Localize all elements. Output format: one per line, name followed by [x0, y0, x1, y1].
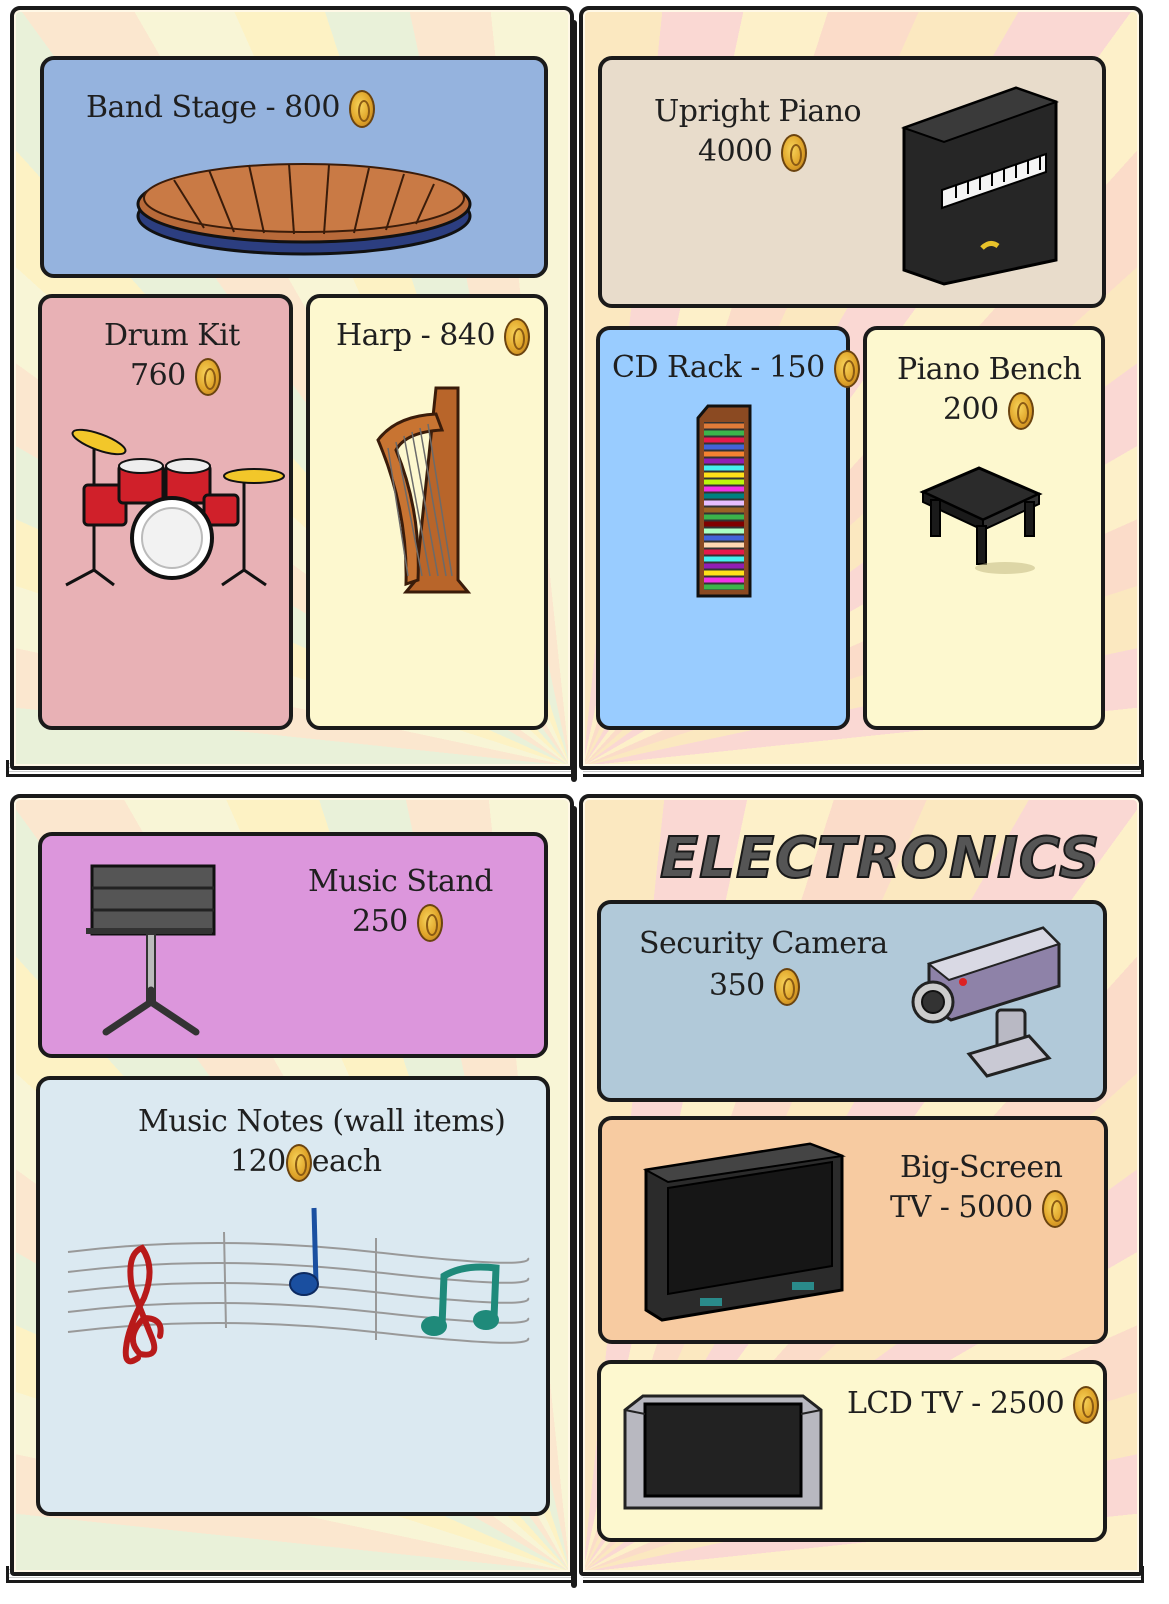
- coin-icon: [504, 318, 531, 356]
- band-stage-label: Band Stage - 800: [86, 88, 375, 128]
- piano-bench-card[interactable]: Piano Bench 200: [863, 326, 1105, 730]
- drum-kit-icon: [65, 428, 285, 587]
- cd-rack-card[interactable]: CD Rack - 150: [596, 326, 860, 730]
- music-stand-price: 250: [352, 902, 443, 942]
- band-stage-card[interactable]: Band Stage - 800: [40, 56, 548, 278]
- piano-bench-price-text: 200: [943, 392, 999, 427]
- upright-piano-price-text: 4000: [698, 134, 773, 169]
- book-spine: [571, 806, 577, 1588]
- security-camera-name: Security Camera: [639, 926, 888, 961]
- big-screen-tv-card[interactable]: Big-Screen TV - 5000: [598, 1116, 1108, 1344]
- music-notes-name: Music Notes (wall items): [138, 1104, 506, 1139]
- music-stand-price-text: 250: [352, 904, 408, 939]
- piano-bench-price: 200: [943, 390, 1034, 430]
- piano-bench-icon: [919, 466, 1043, 574]
- cd-rack-price-text: CD Rack - 150: [612, 350, 825, 385]
- upright-piano-price: 4000: [698, 132, 808, 172]
- coin-icon: [194, 358, 221, 396]
- book-spine: [571, 20, 577, 782]
- big-screen-tv-icon: [642, 1142, 846, 1322]
- upright-piano-card[interactable]: Upright Piano 4000: [598, 56, 1106, 308]
- coin-icon: [773, 968, 800, 1006]
- cd-rack-label: CD Rack - 150: [612, 348, 860, 388]
- music-stand-name: Music Stand: [308, 864, 493, 899]
- lcd-tv-icon: [623, 1394, 823, 1510]
- coin-icon: [416, 904, 443, 942]
- music-notes-price-text: 120: [230, 1144, 286, 1179]
- music-stand-icon: [86, 864, 216, 1036]
- catalog-spread-1: Band Stage - 800 Drum Kit 760 Harp - 840…: [0, 0, 1169, 790]
- big-screen-tv-name: Big-Screen: [900, 1150, 1063, 1185]
- big-screen-tv-price-text: TV - 5000: [890, 1190, 1033, 1225]
- coin-icon: [833, 350, 860, 388]
- harp-icon: [376, 386, 472, 594]
- coin-icon: [1041, 1190, 1068, 1228]
- coin-icon: [781, 134, 808, 172]
- band-stage-price-text: Band Stage - 800: [86, 90, 340, 125]
- upright-piano-name: Upright Piano: [654, 94, 862, 129]
- coin-icon: [348, 90, 375, 128]
- music-notes-icon: [67, 1207, 530, 1365]
- big-screen-tv-price: TV - 5000: [890, 1188, 1068, 1228]
- lcd-tv-price-text: LCD TV - 2500: [847, 1386, 1065, 1421]
- lcd-tv-label: LCD TV - 2500: [847, 1384, 1100, 1424]
- harp-card[interactable]: Harp - 840: [306, 294, 548, 730]
- harp-label: Harp - 840: [336, 316, 531, 356]
- catalog-spread-2: Music Stand 250 Music Notes (wall items)…: [0, 790, 1169, 1604]
- coin-icon: [285, 1144, 312, 1182]
- music-stand-card[interactable]: Music Stand 250: [38, 832, 548, 1058]
- harp-price-text: Harp - 840: [336, 318, 496, 353]
- coin-icon: [1007, 392, 1034, 430]
- security-camera-price: 350: [709, 966, 800, 1006]
- cd-rack-icon: [696, 404, 752, 598]
- drum-kit-price-text: 760: [130, 358, 186, 393]
- upright-piano-icon: [901, 86, 1059, 286]
- security-camera-icon: [911, 926, 1061, 1078]
- drum-kit-price: 760: [130, 356, 221, 396]
- security-camera-price-text: 350: [709, 968, 765, 1003]
- drum-kit-name: Drum Kit: [104, 318, 240, 353]
- coin-icon: [1073, 1386, 1100, 1424]
- electronics-heading: ELECTRONICS: [659, 825, 1101, 892]
- drum-kit-card[interactable]: Drum Kit 760: [38, 294, 293, 730]
- band-stage-icon: [136, 163, 472, 256]
- security-camera-card[interactable]: Security Camera 350: [597, 900, 1107, 1102]
- music-notes-each-text: each: [311, 1144, 382, 1179]
- music-notes-card[interactable]: Music Notes (wall items) 120 each: [36, 1076, 550, 1516]
- piano-bench-name: Piano Bench: [897, 352, 1082, 387]
- lcd-tv-card[interactable]: LCD TV - 2500: [597, 1360, 1107, 1542]
- music-notes-price: 120 each: [230, 1142, 382, 1182]
